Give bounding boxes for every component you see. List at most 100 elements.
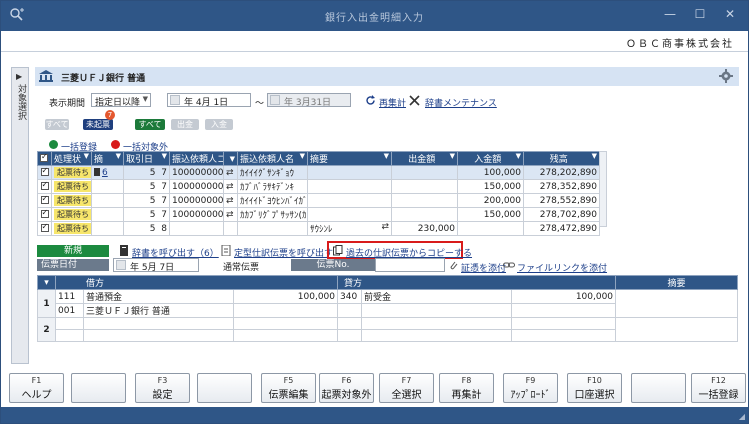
tab-withdrawal[interactable]: 出金 (171, 119, 199, 130)
table-row[interactable]: 起票待ち 5 71000000006⇄ｶｶﾌﾞﾘｸﾞﾌﾟｻｯｻﾝ(ｶ 150,000… (37, 207, 600, 222)
row-sync-icon[interactable]: ⇄ (223, 193, 238, 208)
header-note[interactable]: 摘 ▼ (91, 151, 124, 166)
header-memo[interactable]: 摘要 ▼ (307, 151, 392, 166)
row-checkbox[interactable] (37, 207, 52, 222)
header-payer-name[interactable]: 振込依頼人名 ▼ (237, 151, 308, 166)
fkey-2-button[interactable] (71, 373, 126, 403)
fkey-6-button[interactable]: F6 起票対象外 (319, 373, 374, 403)
voucher-date-label: 伝票日付 (37, 259, 109, 271)
date-to-field: 年 3月31日 (267, 93, 351, 108)
voucher-date-field[interactable]: 年 5月 7日 (113, 258, 199, 273)
debit-code[interactable]: 111 (55, 289, 84, 304)
fkey-5-button[interactable]: F5 伝票編集 (261, 373, 316, 403)
call-template-voucher-link[interactable]: 定型仕訳伝票を呼び出す (234, 246, 333, 259)
tab-all[interactable]: すべて (45, 119, 69, 130)
row-note[interactable]: 6 (91, 165, 124, 180)
row-payer-name: ｶｶﾌﾞﾘｸﾞﾌﾟｻｯｻﾝ(ｶ (237, 207, 308, 222)
row-note[interactable] (91, 179, 124, 194)
row-balance: 278,352,890 (523, 179, 600, 194)
debit-sub-account[interactable] (83, 329, 234, 342)
credit-account[interactable]: 前受金 (361, 289, 513, 304)
debit-amount[interactable] (232, 317, 339, 330)
minimize-icon[interactable]: — (663, 7, 677, 21)
entry-row[interactable]: 2 (37, 317, 739, 342)
row-checkbox[interactable] (37, 165, 52, 180)
fkey-10-button[interactable]: F10 口座選択 (567, 373, 622, 403)
header-balance[interactable]: 残高 ▼ (523, 151, 600, 166)
fkey-9-button[interactable]: F9 ｱｯﾌﾟﾛｰﾄﾞ (503, 373, 558, 403)
gear-icon[interactable] (719, 69, 733, 83)
attach-voucher-link[interactable]: 証憑を添付 (461, 261, 506, 274)
fkey-4-button[interactable] (197, 373, 252, 403)
tab-deposit[interactable]: 入金 (205, 119, 233, 130)
expand-arrow-icon: ▶ (16, 72, 23, 81)
entry-memo[interactable] (615, 289, 739, 318)
table-row[interactable]: 起票待ち 5 71000000001⇄ｶｲｲｲﾄﾞﾖｳﾋﾝﾊﾞｲｶﾞｲ 200,00… (37, 193, 600, 208)
debit-account[interactable] (83, 317, 234, 330)
row-checkbox[interactable] (37, 193, 52, 208)
row-checkbox[interactable] (37, 179, 52, 194)
row-sync-icon[interactable]: ⇄ (223, 207, 238, 222)
entry-collapse-icon[interactable]: ▾ (37, 275, 56, 290)
row-sync-icon[interactable]: ⇄ (223, 179, 238, 194)
row-note[interactable] (91, 193, 124, 208)
entry-memo[interactable] (615, 317, 739, 342)
status-bar: ◢ (1, 407, 748, 423)
date-from-value: 年 4月 1日 (184, 98, 229, 108)
maximize-icon[interactable]: ☐ (693, 7, 707, 21)
credit-amount[interactable]: 100,000 (511, 289, 617, 304)
header-deposit[interactable]: 入金額 ▼ (457, 151, 524, 166)
voucher-no-field[interactable] (375, 258, 445, 272)
header-payer-code[interactable]: 振込依頼人コード (169, 151, 224, 166)
row-sync-icon[interactable]: ⇄ (223, 165, 238, 180)
fkey-number: F12 (711, 376, 726, 385)
fkey-11-button[interactable] (631, 373, 686, 403)
credit-amount[interactable] (511, 317, 617, 330)
debit-sub-code[interactable] (55, 329, 84, 342)
header-payer-code-filter[interactable]: ▼ (223, 151, 238, 166)
credit-code[interactable] (337, 317, 363, 330)
date-from-field[interactable]: 年 4月 1日 (167, 93, 251, 108)
credit-account[interactable] (361, 317, 513, 330)
table-row[interactable]: 起票待ち 5 71000000003⇄ｶﾌﾞﾊﾞﾗｻｷﾃﾞﾝｷ 150,000278… (37, 179, 600, 194)
row-note[interactable] (91, 207, 124, 222)
header-withdrawal[interactable]: 出金額 ▼ (391, 151, 458, 166)
debit-amount[interactable]: 100,000 (232, 289, 339, 304)
header-select-all[interactable] (37, 151, 52, 166)
empty-cell (337, 329, 363, 342)
period-select[interactable]: 指定日以降 ▼ (91, 93, 151, 108)
header-status[interactable]: 処理状 ▼ (51, 151, 92, 166)
transactions-table: 処理状▼ 摘▼ 取引日▼ 振込依頼人コード ▼ 振込依頼人名▼ 摘要▼ 出金額▼… (37, 151, 600, 236)
resize-grip-icon[interactable]: ◢ (739, 412, 745, 421)
debit-code[interactable] (55, 317, 84, 330)
row-balance: 278,702,890 (523, 207, 600, 222)
table-row[interactable]: 起票待ち 5 8 ｻｳｼﾝﾚ⇄230,000 278,472,890 (37, 221, 600, 236)
row-note[interactable] (91, 221, 124, 236)
fkey-8-button[interactable]: F8 再集計 (439, 373, 494, 403)
new-voucher-button[interactable]: 新規 (37, 245, 109, 257)
fkey-3-button[interactable]: F3 設定 (135, 373, 190, 403)
header-date[interactable]: 取引日 ▼ (123, 151, 170, 166)
recalc-link[interactable]: 再集計 (379, 96, 406, 109)
row-status: 起票待ち (51, 165, 92, 180)
file-link-link[interactable]: ファイルリンクを添付 (517, 261, 607, 274)
fkey-1-button[interactable]: F1 ヘルプ (9, 373, 64, 403)
credit-code[interactable]: 340 (337, 289, 363, 304)
row-checkbox[interactable] (37, 221, 52, 236)
row-sync-icon[interactable] (223, 221, 238, 236)
target-select-tab[interactable]: ▶ 対象選択 (11, 67, 29, 364)
entry-row[interactable]: 1 111 普通預金 100,000 340 前受金 100,000 (37, 289, 739, 318)
table-scrollbar[interactable] (599, 151, 607, 227)
row-date: 5 7 (123, 179, 170, 194)
debit-sub-account[interactable]: 三菱ＵＦＪ銀行 普通 (83, 303, 234, 318)
fkey-12-button[interactable]: F12 一括登録 (691, 373, 746, 403)
debit-sub-code[interactable]: 001 (55, 303, 84, 318)
tab-unposted[interactable]: 未起票 (83, 119, 113, 130)
debit-account[interactable]: 普通預金 (83, 289, 234, 304)
empty-cell (361, 303, 513, 318)
dictionary-maintenance-link[interactable]: 辞書メンテナンス (425, 96, 497, 109)
fkey-7-button[interactable]: F7 全選択 (379, 373, 434, 403)
tab-all-transactions[interactable]: すべて (135, 119, 165, 130)
table-row[interactable]: 起票待ち65 71000000002⇄ｶｲｲｲｸﾞｻﾝｷﾞｮｳ 100,00027… (37, 165, 600, 180)
close-icon[interactable]: ✕ (723, 7, 737, 21)
